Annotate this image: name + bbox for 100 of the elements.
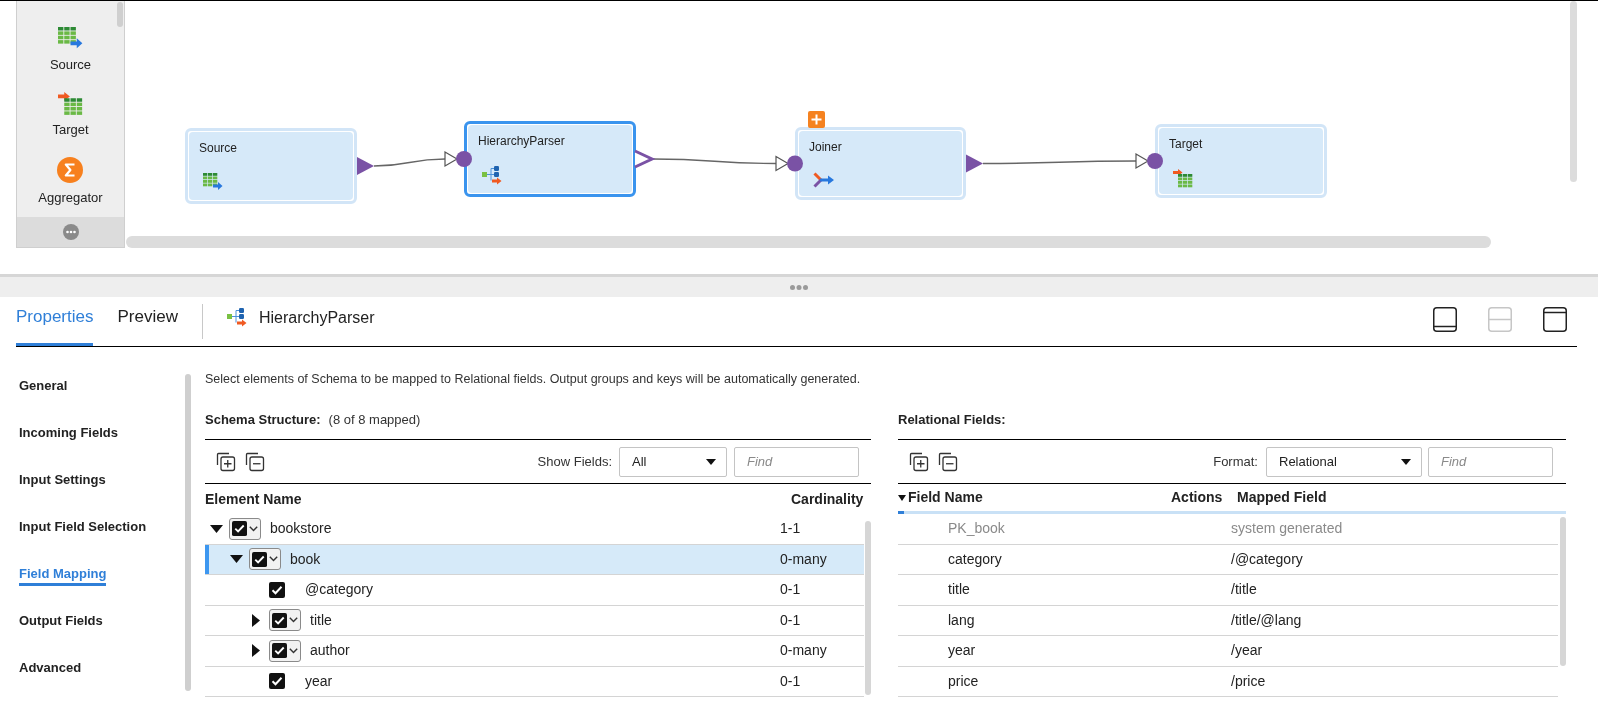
mapped-field-cell-text: /price — [1231, 671, 1267, 691]
checkbox[interactable] — [272, 643, 287, 659]
format-select[interactable]: Relational — [1266, 446, 1422, 477]
chevron-down-icon — [269, 556, 278, 563]
field-name-cell-text: PK_book — [948, 519, 1006, 539]
checkbox-menu[interactable] — [249, 548, 281, 571]
cardinality-cell-text: 0-1 — [780, 671, 802, 691]
field-name-cell-text: category — [948, 549, 1003, 569]
drag-handle-icon — [790, 284, 808, 290]
checkbox-menu[interactable] — [229, 517, 261, 540]
hierarchy-icon — [482, 166, 503, 186]
layout-toggle-button[interactable] — [1433, 307, 1457, 332]
expand-all-icon[interactable] — [215, 451, 236, 472]
mapped-field-cell-text: system generated — [1231, 519, 1344, 539]
collapse-all-icon[interactable] — [937, 451, 958, 472]
show-fields-select[interactable]: All — [619, 446, 727, 477]
more-tools-button[interactable] — [17, 217, 124, 247]
more-icon — [62, 224, 79, 240]
column-header: Actions — [1171, 488, 1224, 507]
dropdown-caret-icon — [706, 458, 716, 465]
palette-item[interactable]: Source — [49, 27, 92, 73]
dropdown-caret-icon — [1401, 458, 1411, 465]
object-title: HierarchyParser — [258, 307, 375, 328]
merge-arrow-icon — [813, 172, 835, 188]
add-badge-icon[interactable] — [808, 111, 825, 128]
mapped-field-cell-text: /title — [1231, 580, 1258, 600]
mapped-field-cell-text: /year — [1231, 641, 1264, 661]
node-title: Source — [199, 141, 238, 155]
cardinality-cell-text: 0-many — [780, 549, 828, 569]
node-title: Target — [1169, 137, 1203, 151]
tab[interactable]: Properties — [16, 297, 94, 346]
caret-down-icon[interactable] — [209, 524, 223, 533]
nav-item[interactable]: General — [19, 377, 68, 398]
node-card[interactable]: Joiner — [795, 127, 966, 200]
element-name: book — [290, 549, 322, 569]
layout-toggle-button[interactable] — [1543, 307, 1567, 332]
column-header: Field Name — [908, 488, 983, 507]
format-label: Format: — [1213, 452, 1258, 471]
element-name: year — [305, 671, 334, 691]
node-card[interactable]: Target — [1155, 124, 1327, 198]
node-title: Joiner — [809, 140, 842, 154]
column-marker-icon — [898, 511, 904, 514]
collapse-all-icon[interactable] — [244, 451, 265, 472]
vertical-scrollbar[interactable] — [1570, 1, 1577, 182]
expand-all-icon[interactable] — [908, 451, 929, 472]
checkbox[interactable] — [269, 581, 285, 598]
checkbox-menu[interactable] — [269, 639, 301, 662]
cardinality-cell-text: 0-1 — [780, 580, 802, 600]
sort-icon[interactable] — [898, 494, 906, 501]
vertical-scrollbar[interactable] — [117, 2, 123, 27]
filter-label: Show Fields: — [537, 452, 612, 471]
panel-bottom-icon — [1433, 307, 1457, 332]
chevron-down-icon — [289, 647, 298, 654]
arrow-table-icon — [1173, 169, 1193, 188]
nav-item[interactable]: Field Mapping — [19, 565, 107, 586]
caret-right-icon[interactable] — [252, 613, 260, 627]
mapped-field-cell-text: /@category — [1231, 549, 1304, 569]
field-name-cell-text: lang — [948, 610, 976, 630]
tab[interactable]: Preview — [117, 297, 178, 346]
hierarchy-icon — [226, 307, 248, 328]
field-name-cell-text: year — [948, 641, 977, 661]
table-arrow-icon — [203, 173, 223, 191]
nav-item[interactable]: Advanced — [19, 659, 82, 680]
palette-item[interactable]: Aggregator — [38, 157, 103, 207]
element-name: title — [310, 610, 333, 630]
checkbox[interactable] — [252, 551, 267, 567]
tree-row[interactable]: book 0-many — [205, 544, 864, 575]
caret-right-icon[interactable] — [252, 644, 260, 658]
section-title: Schema Structure: — [205, 411, 321, 429]
checkbox[interactable] — [272, 612, 287, 628]
sigma-icon — [57, 157, 84, 184]
vertical-scrollbar[interactable] — [865, 521, 871, 695]
node-card[interactable]: Source — [185, 128, 357, 204]
element-name: @category — [305, 580, 374, 600]
element-name: bookstore — [270, 519, 333, 539]
section-title: Relational Fields: — [898, 411, 1006, 429]
find-field[interactable]: Find — [1428, 446, 1553, 477]
cardinality-cell-text: 0-many — [780, 641, 828, 661]
nav-item[interactable]: Input Field Selection — [19, 518, 147, 539]
vertical-scrollbar[interactable] — [185, 374, 191, 691]
nav-item[interactable]: Output Fields — [19, 612, 103, 633]
cardinality-cell-text: 0-1 — [780, 610, 802, 630]
panel-split-icon — [1488, 307, 1512, 332]
find-field[interactable]: Find — [734, 446, 859, 477]
cardinality-cell-text: 1-1 — [780, 519, 802, 539]
vertical-scrollbar[interactable] — [1560, 517, 1566, 666]
panel-top-icon — [1543, 307, 1567, 332]
palette-item[interactable]: Target — [52, 91, 89, 139]
checkbox[interactable] — [232, 521, 247, 537]
nav-item[interactable]: Input Settings — [19, 471, 106, 492]
checkbox-menu[interactable] — [269, 609, 301, 632]
field-name-cell-text: title — [948, 580, 971, 600]
horizontal-scrollbar[interactable] — [126, 236, 1491, 248]
nav-item[interactable]: Incoming Fields — [19, 424, 118, 445]
node-card[interactable]: HierarchyParser — [464, 121, 636, 197]
table-arrow-icon — [58, 27, 83, 50]
caret-down-icon[interactable] — [229, 555, 243, 564]
mapped-count: (8 of 8 mapped) — [328, 411, 421, 429]
element-name: author — [310, 641, 351, 661]
checkbox[interactable] — [269, 673, 285, 690]
